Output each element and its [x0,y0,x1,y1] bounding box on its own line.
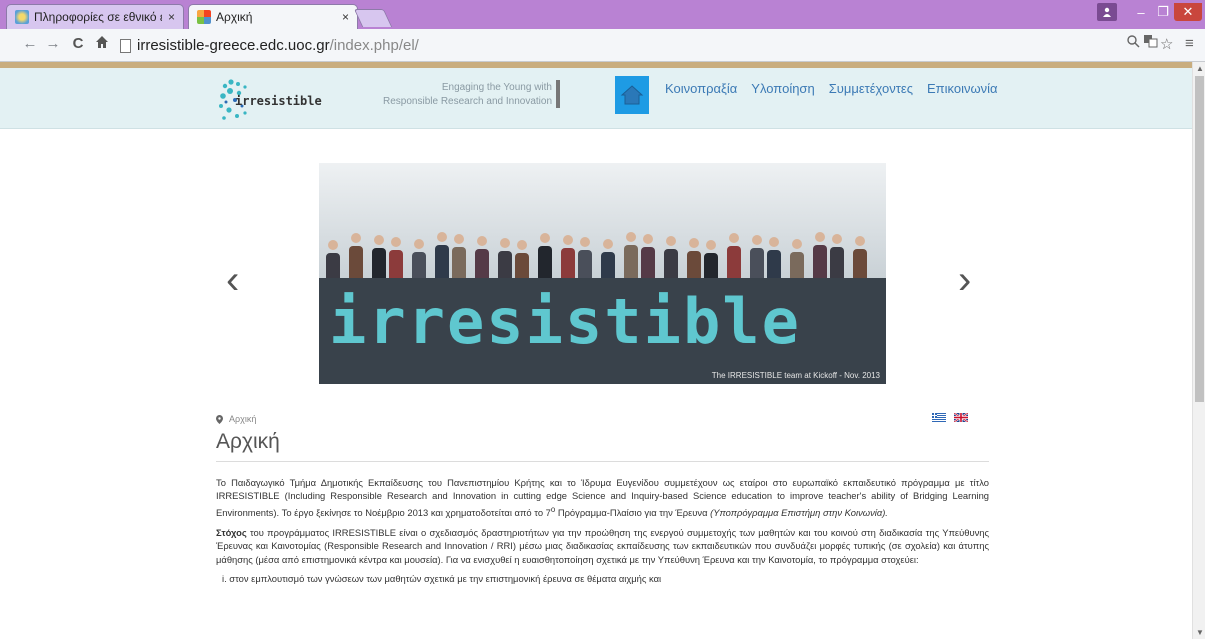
window-minimize-button[interactable]: – [1130,3,1152,21]
intro-italic: (Υποπρόγραμμα Επιστήμη στην Κοινωνία). [710,506,888,518]
goal-list-item: i. στον εμπλουτισμό των γνώσεων των μαθη… [222,572,662,584]
menu-item-contact[interactable]: Επικοινωνία [927,81,998,96]
zoom-icon[interactable] [1127,35,1140,52]
bookmark-star-icon[interactable]: ☆ [1160,35,1173,53]
window-close-button[interactable]: ✕ [1174,3,1202,21]
back-arrow-icon[interactable]: ← [20,35,40,52]
page-title: Αρχική [216,430,989,462]
translate-icon[interactable] [1144,35,1158,52]
breadcrumb: Αρχική [216,414,989,424]
tab-close-icon[interactable]: × [342,10,349,24]
breadcrumb-item[interactable]: Αρχική [229,414,256,424]
tagline-line-1: Engaging the Young with [441,82,552,93]
menu-item-consortium[interactable]: Κοινοπραξία [665,81,737,96]
tab-title: Πληροφορίες σε εθνικό ε [34,10,162,24]
forward-arrow-icon[interactable]: → [43,35,63,52]
address-bar[interactable]: irresistible-greece.edc.uoc.gr /index.ph… [112,33,1185,58]
scroll-down-arrow-icon[interactable]: ▼ [1196,628,1204,637]
menu-icon[interactable]: ≡ [1185,35,1194,52]
logo-text[interactable]: irresistible [235,94,322,108]
intro-text-b: Πρόγραμμα-Πλαίσιο για την Έρευνα [555,506,711,518]
web-page: irresistible Engaging the Young with Res… [0,62,1192,639]
house-icon [620,85,644,105]
slider-image: irresistible The IRRESISTIBLE team at Ki… [319,163,886,384]
tab-close-icon[interactable]: × [168,10,175,24]
tagline-line-2: Responsible Research and Innovation [383,96,552,107]
browser-tab-strip: Πληροφορίες σε εθνικό ε × Αρχική × – ❐ ✕ [0,0,1205,29]
site-tagline: Engaging the Young with Responsible Rese… [370,81,552,109]
main-content: Αρχική Αρχική Το Παιδαγωγικό Τμήμα Δημοτ… [216,413,989,584]
joomla-favicon-icon [197,10,211,24]
slider-caption: The IRRESISTIBLE team at Kickoff - Nov. … [711,371,880,380]
page-icon [120,38,131,53]
new-tab-button[interactable] [353,9,393,27]
uk-flag-icon[interactable] [954,413,968,422]
tagline-divider [556,80,560,108]
scroll-up-arrow-icon[interactable]: ▲ [1196,64,1204,73]
reload-icon[interactable]: C [68,35,88,52]
browser-tab-2[interactable]: Αρχική × [188,4,358,29]
intro-paragraph: Το Παιδαγωγικό Τμήμα Δημοτικής Εκπαίδευσ… [216,476,989,519]
main-menu: Κοινοπραξία Υλοποίηση Συμμετέχοντες Επικ… [665,81,998,96]
slider-prev-arrow-icon[interactable]: ‹ [226,258,239,303]
goal-label: Στόχος [216,527,247,539]
team-photo-people [326,232,867,285]
browser-tab-1[interactable]: Πληροφορίες σε εθνικό ε × [6,4,184,29]
page-scrollbar[interactable]: ▲ ▼ [1192,62,1205,639]
menu-item-implementation[interactable]: Υλοποίηση [751,81,814,96]
tab-title: Αρχική [216,10,253,24]
scrollbar-thumb[interactable] [1195,76,1204,402]
url-host: irresistible-greece.edc.uoc.gr [137,37,330,54]
goal-paragraph: Στόχος του προγράμματος IRRESISTIBLE είν… [216,526,989,566]
slider-banner-text: irresistible [329,285,801,358]
url-path: /index.php/el/ [329,37,419,54]
home-icon[interactable] [92,35,112,53]
home-menu-button[interactable] [615,76,649,114]
favicon-icon [15,10,29,24]
menu-item-participants[interactable]: Συμμετέχοντες [829,81,913,96]
greek-flag-icon[interactable] [932,413,946,422]
browser-toolbar: ← → C irresistible-greece.edc.uoc.gr /in… [0,29,1205,62]
goal-text: του προγράμματος IRRESISTIBLE είναι ο σχ… [216,527,989,565]
site-header: irresistible Engaging the Young with Res… [0,62,1192,129]
location-pin-icon [216,414,223,424]
language-switcher [932,413,968,422]
user-profile-icon[interactable] [1097,3,1117,21]
slider-next-arrow-icon[interactable]: › [958,258,971,303]
window-maximize-button[interactable]: ❐ [1152,3,1174,21]
